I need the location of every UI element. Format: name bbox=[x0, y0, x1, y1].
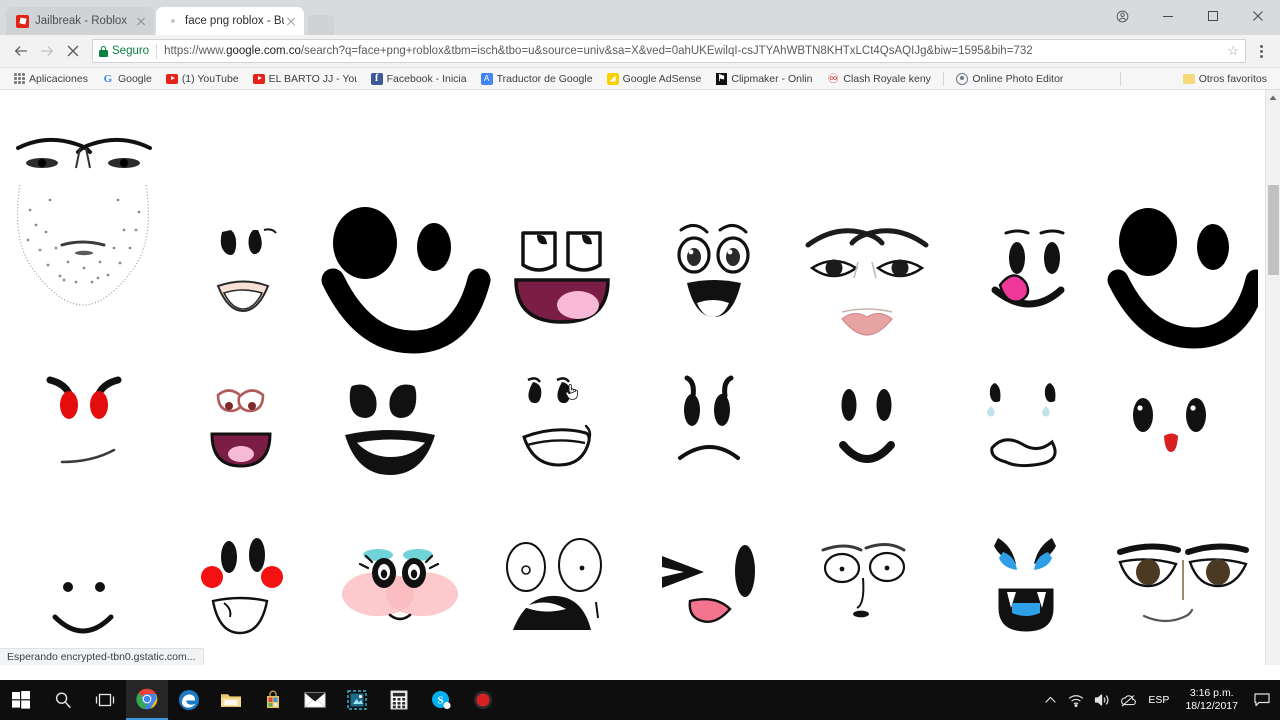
address-bar[interactable]: Seguro https://www.google.com.co/search?… bbox=[92, 39, 1246, 63]
bookmark-el-barto-jj[interactable]: EL BARTO JJ - YouTu bbox=[246, 69, 364, 88]
microsoft-store-button[interactable] bbox=[252, 680, 294, 720]
scroll-up-arrow-icon[interactable] bbox=[1266, 90, 1280, 105]
clock-date: 18/12/2017 bbox=[1185, 700, 1238, 712]
divider bbox=[1120, 71, 1122, 86]
bookmark-online-photo-editor[interactable]: Online Photo Editor bbox=[949, 69, 1070, 88]
bookmark-youtube[interactable]: (1) YouTube bbox=[159, 69, 246, 88]
system-tray: ESP 3:16 p.m. 18/12/2017 bbox=[1038, 680, 1280, 720]
close-icon[interactable] bbox=[284, 14, 298, 28]
profile-icon[interactable] bbox=[1100, 0, 1145, 32]
bookmark-label: Online Photo Editor bbox=[972, 72, 1064, 85]
clash-royale-icon: ♾ bbox=[827, 70, 840, 86]
forward-arrow-icon bbox=[34, 38, 60, 64]
youtube-icon bbox=[165, 73, 178, 85]
status-bar: Esperando encrypted-tbn0.gstatic.com... bbox=[0, 648, 204, 665]
bookmark-google[interactable]: G Google bbox=[95, 69, 159, 88]
photo-editor-icon bbox=[956, 72, 969, 85]
divider bbox=[156, 43, 158, 59]
clock-time: 3:16 p.m. bbox=[1189, 686, 1234, 699]
edge-taskbar-button[interactable] bbox=[168, 680, 210, 720]
google-icon bbox=[166, 15, 179, 28]
stop-x-icon[interactable] bbox=[60, 38, 86, 64]
chrome-browser-window: Jailbreak - Roblox face png roblox - Bus… bbox=[0, 0, 1280, 680]
file-explorer-button[interactable] bbox=[210, 680, 252, 720]
url-prefix: https://www. bbox=[164, 45, 227, 57]
bookmark-other-favorites[interactable]: Otros favoritos bbox=[1176, 69, 1274, 88]
new-tab-button[interactable] bbox=[308, 15, 334, 35]
task-view-button[interactable] bbox=[84, 680, 126, 720]
tab-title: face png roblox - Buscar bbox=[185, 15, 284, 27]
onedrive-icon[interactable] bbox=[1116, 680, 1140, 720]
photos-button[interactable] bbox=[336, 680, 378, 720]
browser-toolbar: Seguro https://www.google.com.co/search?… bbox=[0, 35, 1280, 68]
search-button[interactable] bbox=[42, 680, 84, 720]
screen: Jailbreak - Roblox face png roblox - Bus… bbox=[0, 0, 1280, 720]
window-controls bbox=[1100, 0, 1280, 32]
facebook-icon: f bbox=[370, 72, 383, 85]
tab-jailbreak-roblox[interactable]: Jailbreak - Roblox bbox=[6, 7, 154, 35]
image-results-grid[interactable] bbox=[0, 90, 1258, 665]
tab-strip: Jailbreak - Roblox face png roblox - Bus… bbox=[0, 0, 1280, 35]
clock[interactable]: 3:16 p.m. 18/12/2017 bbox=[1177, 687, 1246, 713]
roblox-icon bbox=[16, 14, 29, 28]
close-icon[interactable] bbox=[1235, 0, 1280, 32]
bookmark-facebook[interactable]: f Facebook - Inicia ses bbox=[364, 69, 474, 88]
tab-face-png-roblox[interactable]: face png roblox - Buscar bbox=[156, 7, 304, 35]
bookmark-label: Google AdSense bbox=[622, 72, 702, 85]
page-content-viewport[interactable]: Esperando encrypted-tbn0.gstatic.com... bbox=[0, 90, 1280, 665]
security-label: Seguro bbox=[112, 45, 150, 57]
youtube-icon bbox=[252, 73, 265, 85]
bookmark-label: Aplicaciones bbox=[29, 72, 88, 85]
bookmarks-bar: Aplicaciones G Google (1) YouTube EL BAR… bbox=[0, 68, 1280, 90]
minimize-icon[interactable] bbox=[1145, 0, 1190, 32]
mail-button[interactable] bbox=[294, 680, 336, 720]
bookmark-label: Clash Royale keny 30 bbox=[843, 72, 931, 85]
vertical-scrollbar[interactable] bbox=[1265, 90, 1280, 665]
bookmark-adsense[interactable]: Google AdSense bbox=[600, 69, 709, 88]
url-path: /search?q=face+png+roblox&tbm=isch&tbo=u… bbox=[300, 45, 1033, 57]
google-g-icon: G bbox=[103, 72, 113, 85]
bookmark-clash-royale[interactable]: ♾ Clash Royale keny 30 bbox=[820, 69, 938, 88]
bookmark-label: EL BARTO JJ - YouTu bbox=[268, 72, 357, 85]
lock-icon bbox=[99, 45, 108, 57]
clipmaker-icon: ⚑ bbox=[715, 72, 727, 85]
google-translate-icon: A bbox=[480, 72, 493, 85]
bookmark-label: Otros favoritos bbox=[1198, 72, 1267, 85]
status-text: Esperando encrypted-tbn0.gstatic.com... bbox=[7, 651, 196, 663]
scrollbar-thumb[interactable] bbox=[1268, 185, 1279, 275]
notifications-icon[interactable] bbox=[1248, 680, 1276, 720]
bookmark-label: Clipmaker - Online C bbox=[731, 72, 813, 85]
bookmark-label: Traductor de Google bbox=[496, 72, 593, 85]
back-arrow-icon[interactable] bbox=[8, 38, 34, 64]
chrome-taskbar-button[interactable] bbox=[126, 680, 168, 720]
bookmark-traductor[interactable]: A Traductor de Google bbox=[474, 69, 600, 88]
maximize-icon[interactable] bbox=[1190, 0, 1235, 32]
star-icon[interactable]: ☆ bbox=[1227, 43, 1239, 59]
calculator-button[interactable] bbox=[378, 680, 420, 720]
svg-text:S: S bbox=[437, 695, 443, 707]
wifi-icon[interactable] bbox=[1064, 680, 1088, 720]
speaker-icon[interactable] bbox=[1090, 680, 1114, 720]
start-button[interactable] bbox=[0, 680, 42, 720]
show-hidden-icons-icon[interactable] bbox=[1038, 680, 1062, 720]
recorder-button[interactable] bbox=[462, 680, 504, 720]
url-domain: google.com.co bbox=[226, 45, 301, 57]
language-indicator[interactable]: ESP bbox=[1142, 694, 1175, 706]
bookmark-label: Facebook - Inicia ses bbox=[386, 72, 467, 85]
windows-taskbar: S ESP 3:16 p.m. 18/12/2017 bbox=[0, 680, 1280, 720]
divider bbox=[943, 71, 945, 86]
skype-button[interactable]: S bbox=[420, 680, 462, 720]
folder-icon bbox=[1182, 73, 1195, 85]
tab-title: Jailbreak - Roblox bbox=[35, 15, 128, 27]
bookmark-clipmaker[interactable]: ⚑ Clipmaker - Online C bbox=[708, 69, 820, 88]
bookmark-label: (1) YouTube bbox=[181, 72, 239, 85]
adsense-icon bbox=[606, 72, 619, 85]
bookmark-label: Google bbox=[117, 72, 152, 85]
url-text: https://www.google.com.co/search?q=face+… bbox=[164, 45, 1221, 57]
bookmark-apps[interactable]: Aplicaciones bbox=[6, 69, 95, 88]
kebab-menu-icon[interactable] bbox=[1250, 44, 1272, 58]
close-icon[interactable] bbox=[134, 14, 148, 28]
apps-grid-icon bbox=[13, 73, 25, 85]
